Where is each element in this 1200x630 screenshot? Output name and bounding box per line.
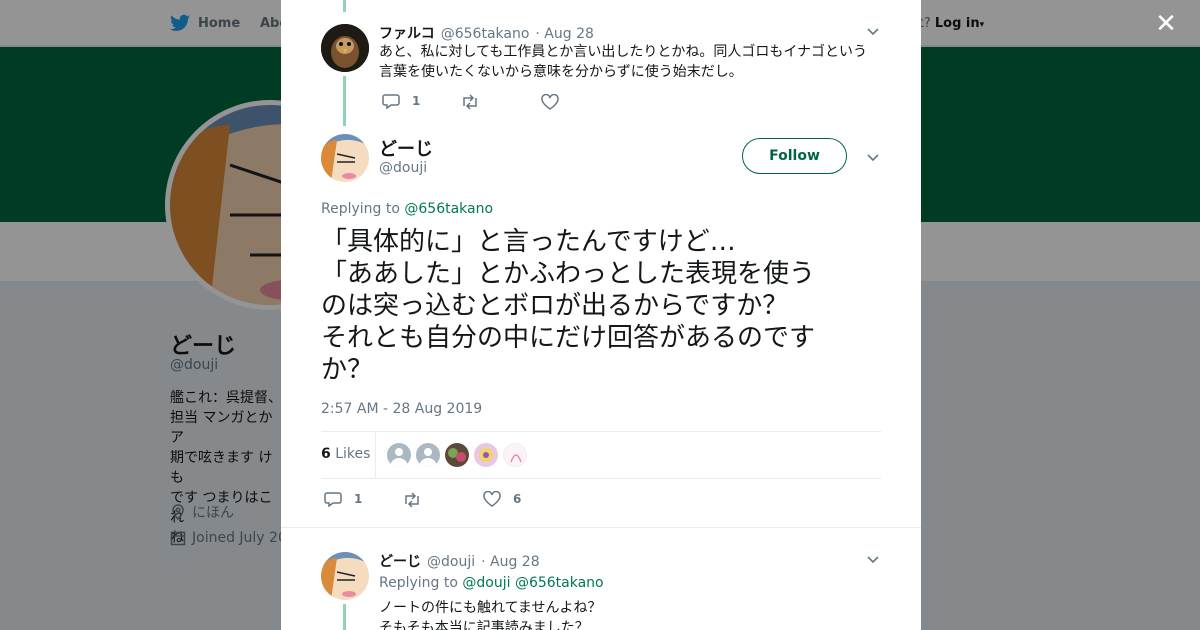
liker-avatar[interactable]	[445, 443, 469, 467]
avatar[interactable]	[321, 552, 369, 600]
avatar[interactable]	[321, 134, 369, 182]
tweet-author-name[interactable]: どーじ	[379, 551, 421, 571]
tweet-text-line: それとも自分の中にだけ回答があるのです	[321, 323, 816, 353]
liker-avatar[interactable]	[503, 443, 527, 467]
tweet-text-line: のは突っ込むとボロが出るからですか？	[321, 291, 789, 321]
heart-icon[interactable]	[541, 94, 559, 110]
thread-line	[343, 0, 346, 12]
replying-to-label: Replying to	[321, 201, 400, 217]
thread-line	[343, 76, 346, 126]
tweet-text-line: か？	[321, 355, 374, 385]
reply-icon	[382, 94, 400, 109]
divider	[321, 431, 881, 432]
tweet-header: ファルコ @656takano · Aug 28	[379, 23, 594, 43]
liker-avatar[interactable]	[387, 443, 411, 467]
tweet-text: 「具体的に」と言ったんですけど… 「ああした」とかふわっとした表現を使う のは突…	[321, 226, 869, 386]
tweet-text-line: 「具体的に」と言ったんですけど…	[321, 227, 736, 257]
heart-icon	[483, 491, 501, 507]
divider	[281, 527, 921, 528]
replying-to-label: Replying to	[379, 575, 458, 591]
tweet-date[interactable]: · Aug 28	[481, 554, 540, 570]
reply-count: 1	[412, 94, 421, 108]
tweet-author-handle[interactable]: @656takano	[441, 26, 530, 42]
tweet-timestamp[interactable]: 2:57 AM - 28 Aug 2019	[321, 401, 482, 417]
chevron-down-icon[interactable]	[866, 24, 880, 38]
replying-to: Replying to @656takano	[321, 201, 493, 217]
tweet-text: ノートの件にも触れてませんよね？ そもそも本当に記事読みました？	[379, 598, 879, 630]
like-button[interactable]: 6	[483, 491, 521, 507]
reply-icon	[324, 492, 342, 507]
chevron-down-icon[interactable]	[866, 552, 880, 566]
retweet-icon[interactable]	[460, 94, 480, 110]
reply-button[interactable]: 1	[382, 93, 420, 109]
tweet-author-handle[interactable]: @douji	[427, 554, 475, 570]
replying-to: Replying to @douji @656takano	[379, 575, 604, 591]
tweet-author-name[interactable]: どーじ	[379, 135, 433, 161]
tweet-modal: ファルコ @656takano · Aug 28 あと、私に対しても工作員とか言…	[281, 0, 921, 630]
liker-avatar[interactable]	[416, 443, 440, 467]
tweet-author-name[interactable]: ファルコ	[379, 23, 435, 43]
replying-to-handles[interactable]: @douji @656takano	[462, 575, 603, 591]
divider	[321, 478, 881, 479]
divider	[375, 432, 376, 478]
tweet-author-handle[interactable]: @douji	[379, 160, 427, 176]
likes-label: Likes	[335, 446, 371, 462]
tweet-text-line: そもそも本当に記事読みました？	[379, 620, 589, 630]
liker-avatar[interactable]	[474, 443, 498, 467]
tweet-text-line: あと、私に対しても工作員とか言い出したりとかね。同人ゴロもイナゴという	[379, 44, 868, 60]
thread-line	[343, 604, 346, 630]
close-icon[interactable]: ✕	[1152, 10, 1180, 38]
likes-number: 6	[321, 446, 331, 462]
like-count: 6	[513, 492, 522, 506]
tweet-text-line: 言葉を使いたくないから意味を分からずに使う始末だし。	[379, 64, 743, 80]
chevron-down-icon[interactable]	[866, 150, 880, 164]
tweet-text: あと、私に対しても工作員とか言い出したりとかね。同人ゴロもイナゴという 言葉を使…	[379, 42, 879, 82]
retweet-icon[interactable]	[402, 492, 422, 508]
replying-to-handle[interactable]: @656takano	[404, 201, 493, 217]
avatar[interactable]	[321, 24, 369, 72]
likes-count[interactable]: 6 Likes	[321, 446, 370, 462]
follow-button[interactable]: Follow	[742, 138, 847, 174]
reply-button[interactable]: 1	[324, 491, 362, 507]
tweet-text-line: ノートの件にも触れてませんよね？	[379, 600, 602, 616]
reply-count: 1	[354, 492, 363, 506]
tweet-header: どーじ @douji · Aug 28	[379, 551, 540, 571]
tweet-date[interactable]: · Aug 28	[535, 26, 594, 42]
tweet-text-line: 「ああした」とかふわっとした表現を使う	[321, 259, 816, 289]
